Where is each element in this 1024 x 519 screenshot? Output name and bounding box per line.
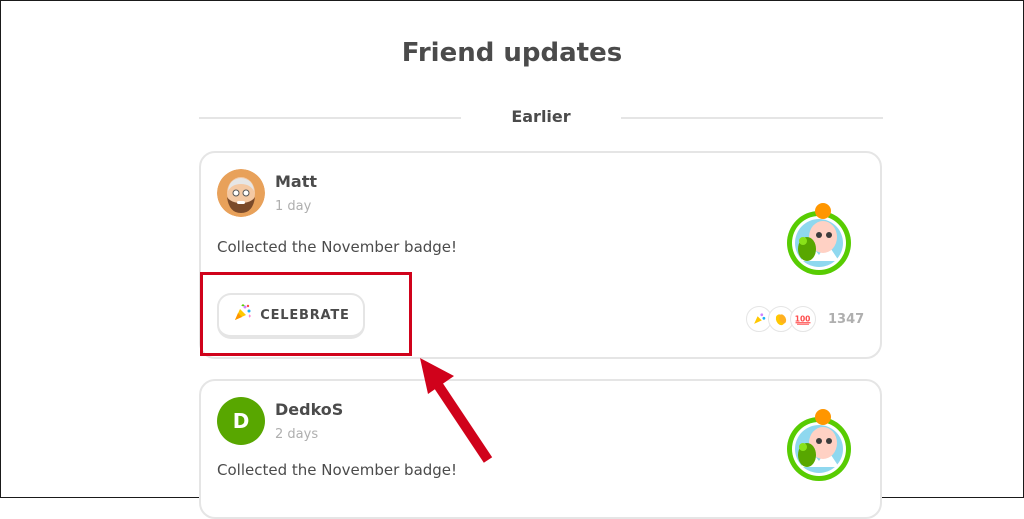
november-badge-icon (781, 409, 857, 485)
avatar[interactable] (217, 169, 265, 217)
bearded-man-avatar-icon (217, 169, 265, 217)
section-label: Earlier (511, 107, 571, 126)
avatar-letter: D (232, 409, 250, 433)
avatar[interactable]: D (217, 397, 265, 445)
divider-right (621, 117, 883, 119)
user-name[interactable]: Matt (275, 172, 317, 191)
user-name[interactable]: DedkoS (275, 400, 343, 419)
update-text: Collected the November badge! (217, 238, 458, 256)
update-time: 1 day (275, 199, 312, 214)
hundred-points-icon: 100 (790, 306, 816, 332)
november-badge-icon (781, 203, 857, 279)
reaction-summary[interactable]: 100 1347 (746, 305, 864, 333)
page-title: Friend updates (401, 38, 623, 68)
divider-left (199, 117, 461, 119)
update-time: 2 days (275, 427, 319, 442)
annotation-highlight-box (200, 272, 412, 356)
svg-text:100: 100 (795, 314, 811, 323)
annotation-arrow-icon (420, 358, 493, 463)
reaction-count: 1347 (828, 311, 865, 327)
feed-card-dedkos: D DedkoS 2 days Collected the November b… (199, 379, 882, 519)
